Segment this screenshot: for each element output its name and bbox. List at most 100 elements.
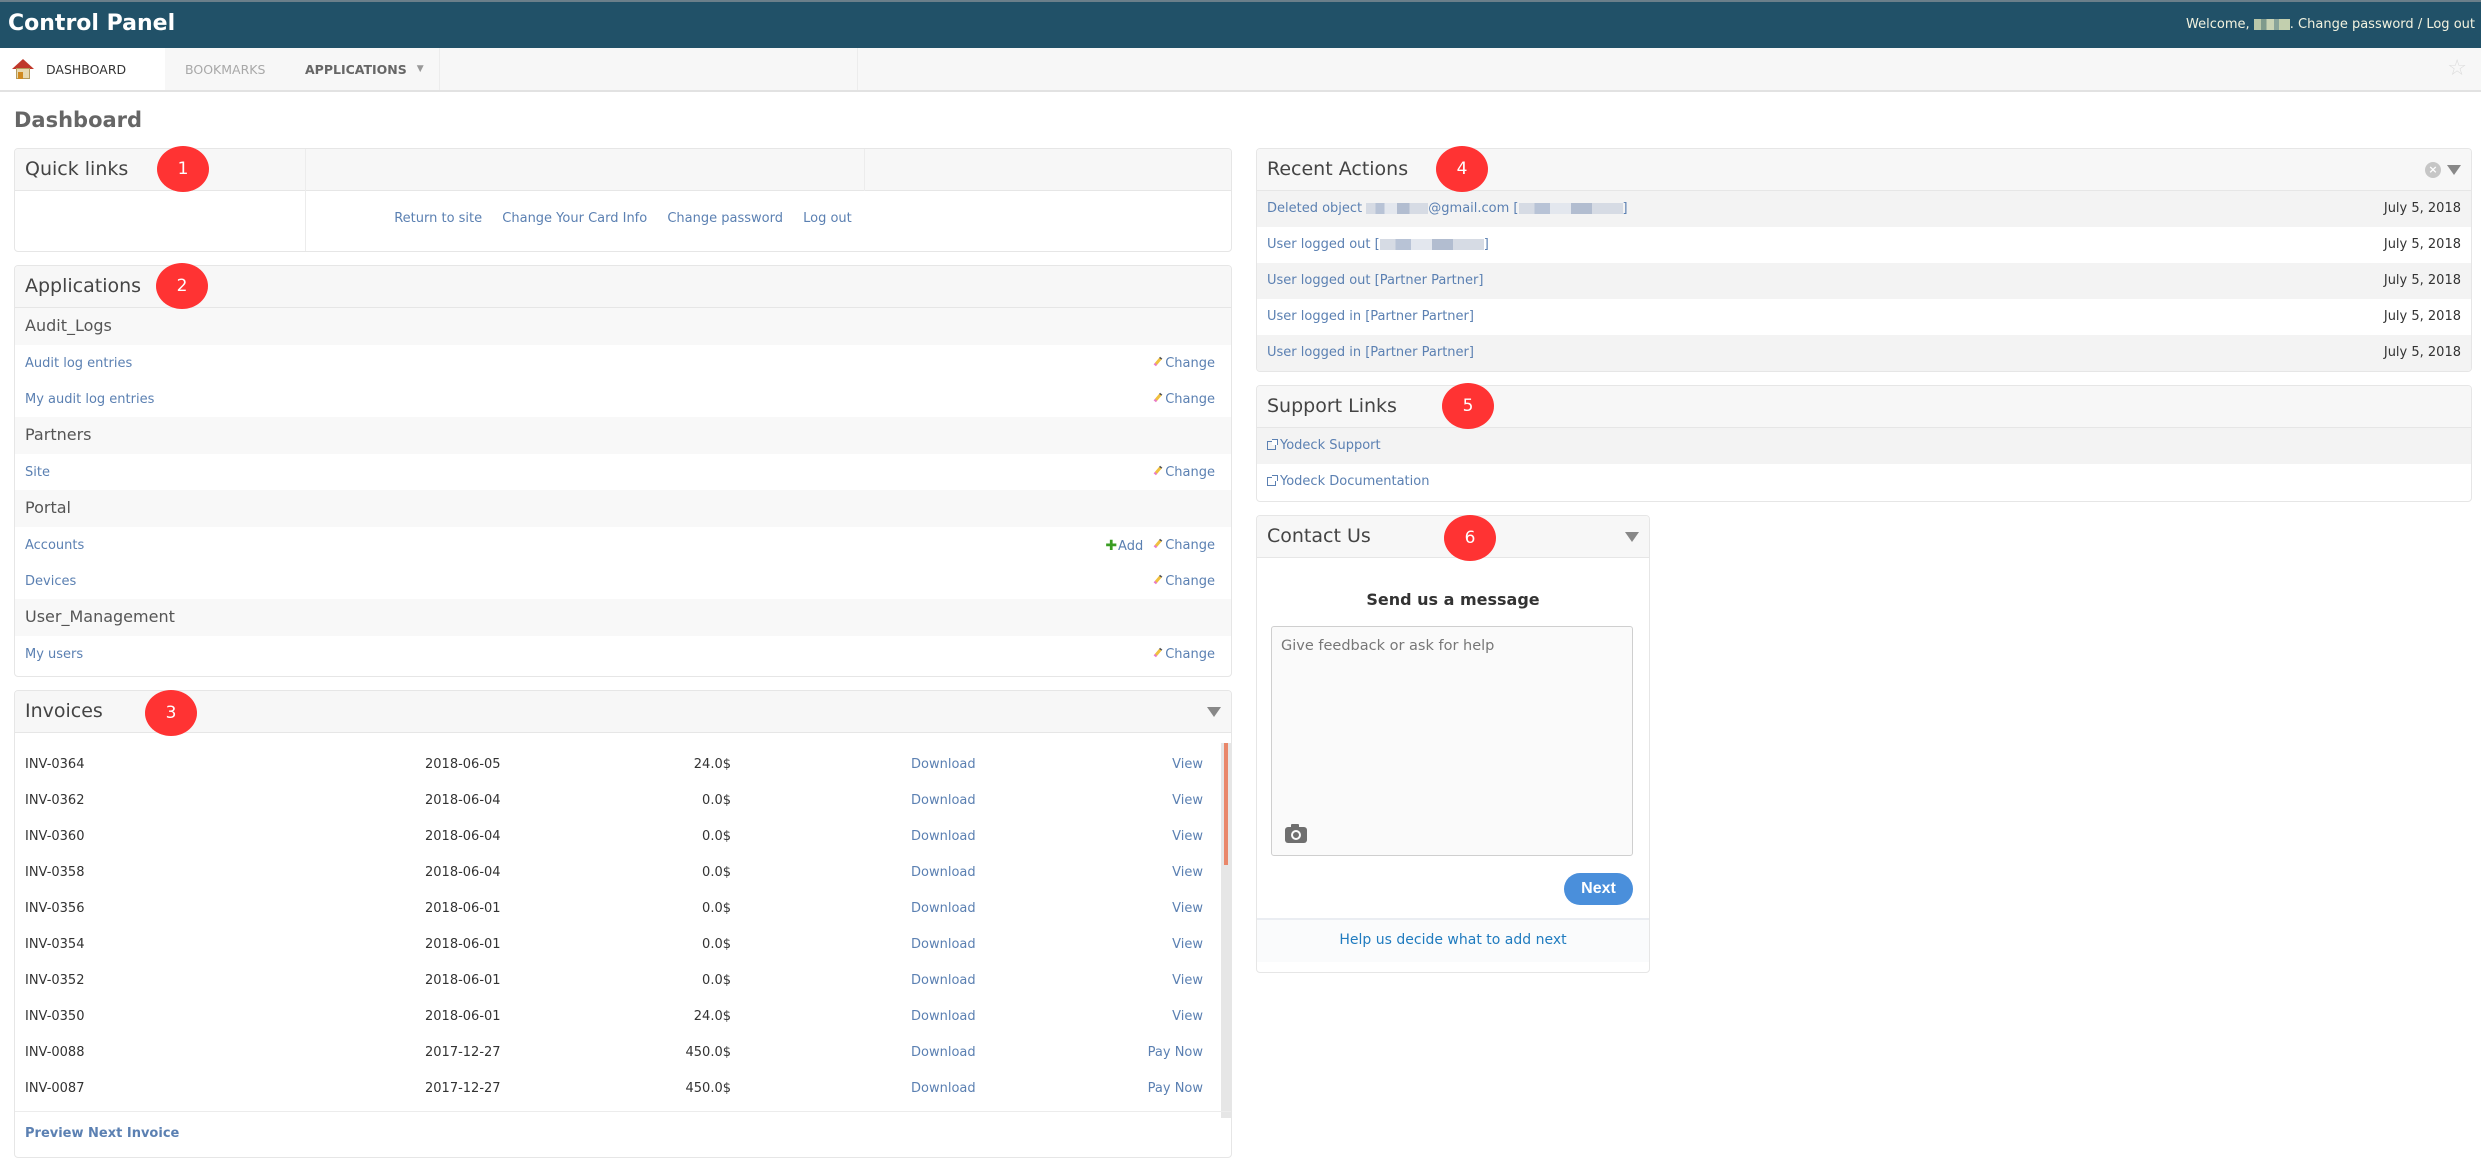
change-link[interactable]: Change (1153, 574, 1215, 589)
plus-icon: ✚ (1105, 538, 1118, 554)
page-title: Dashboard (14, 108, 143, 132)
module-header: Invoices (15, 691, 1231, 733)
download-link[interactable]: Download (911, 1009, 976, 1024)
quick-links-list: Return to site Change Your Card Info Cha… (15, 211, 1231, 226)
yodeck-documentation-link[interactable]: Yodeck Documentation (1267, 474, 1429, 489)
collapse-caret-icon[interactable] (1207, 707, 1221, 717)
invoice-amount: 0.0$ (702, 829, 731, 844)
change-link[interactable]: Change (1153, 356, 1215, 371)
tab-bookmarks[interactable]: BOOKMARKS (165, 48, 305, 90)
header-bar: Control Panel Welcome, . Change password… (0, 0, 2481, 48)
recent-action-link[interactable]: User logged out [Partner Partner] (1267, 273, 1483, 288)
module-title: Contact Us (1267, 525, 1371, 547)
view-link[interactable]: View (1172, 901, 1203, 916)
contact-us-module: Contact Us Send us a message Give feedba… (1256, 515, 1650, 973)
app-model-link[interactable]: Accounts (25, 538, 84, 553)
app-model-link[interactable]: Audit log entries (25, 356, 132, 371)
download-link[interactable]: Download (911, 865, 976, 880)
module-title: Applications (25, 275, 142, 297)
view-link[interactable]: View (1172, 1009, 1203, 1024)
collapse-caret-icon[interactable] (1625, 532, 1639, 542)
feature-suggestion-link[interactable]: Help us decide what to add next (1339, 932, 1566, 948)
app-model-link[interactable]: Site (25, 465, 50, 480)
download-link[interactable]: Download (911, 1081, 976, 1096)
invoice-id: INV-0354 (25, 937, 85, 952)
invoice-id: INV-0352 (25, 973, 85, 988)
view-link[interactable]: View (1172, 757, 1203, 772)
view-link[interactable]: View (1172, 937, 1203, 952)
app-model-link[interactable]: My users (25, 647, 83, 662)
download-link[interactable]: Download (911, 1045, 976, 1060)
add-link[interactable]: ✚Add (1105, 538, 1143, 554)
invoice-amount: 0.0$ (702, 973, 731, 988)
module-title: Support Links (1267, 395, 1397, 417)
redacted-username (2253, 19, 2290, 30)
invoice-row: INV-0354 2018-06-01 0.0$ Download View (15, 927, 1225, 963)
app-group: User_Management (15, 599, 1231, 636)
message-textarea[interactable]: Give feedback or ask for help (1271, 626, 1633, 856)
app-model-link[interactable]: Devices (25, 574, 76, 589)
close-icon[interactable]: × (2425, 162, 2441, 178)
view-link[interactable]: View (1172, 793, 1203, 808)
external-link-icon (1267, 475, 1278, 486)
download-link[interactable]: Download (911, 793, 976, 808)
change-link[interactable]: Change (1153, 392, 1215, 407)
recent-action-link[interactable]: User logged out [] (1267, 237, 1489, 252)
recent-action-row: User logged in [Partner Partner] July 5,… (1257, 335, 2471, 371)
download-link[interactable]: Download (911, 937, 976, 952)
annotation-badge: 6 (1444, 515, 1496, 561)
return-to-site-link[interactable]: Return to site (394, 211, 482, 226)
external-link-icon (1267, 439, 1278, 450)
recent-actions-module: Recent Actions × Deleted object @gmail.c… (1256, 148, 2472, 372)
recent-action-link[interactable]: User logged in [Partner Partner] (1267, 345, 1474, 360)
invoice-id: INV-0364 (25, 757, 85, 772)
tab-dashboard[interactable]: DASHBOARD (0, 48, 165, 90)
download-link[interactable]: Download (911, 829, 976, 844)
camera-icon[interactable] (1285, 824, 1307, 843)
pencil-icon (1153, 647, 1163, 658)
preview-next-invoice-link[interactable]: Preview Next Invoice (25, 1126, 179, 1141)
change-link[interactable]: Change (1153, 465, 1215, 480)
pay-now-link[interactable]: Pay Now (1148, 1045, 1203, 1060)
star-icon[interactable]: ☆ (2447, 56, 2467, 81)
invoice-id: INV-0358 (25, 865, 85, 880)
invoice-row: INV-0362 2018-06-04 0.0$ Download View (15, 783, 1225, 819)
tab-applications[interactable]: APPLICATIONS ▼ (305, 48, 440, 90)
support-link-row: Yodeck Support (1257, 428, 2471, 464)
logout-link[interactable]: Log out (803, 211, 852, 226)
logout-link[interactable]: Log out (2426, 17, 2475, 32)
download-link[interactable]: Download (911, 901, 976, 916)
change-link[interactable]: Change (1153, 538, 1215, 554)
recent-action-row: User logged in [Partner Partner] July 5,… (1257, 299, 2471, 335)
pencil-icon (1153, 392, 1163, 403)
change-password-link[interactable]: Change password (667, 211, 783, 226)
invoice-amount: 450.0$ (685, 1045, 732, 1060)
contact-heading: Send us a message (1366, 590, 1540, 609)
annotation-badge: 3 (145, 690, 197, 736)
change-link[interactable]: Change (1153, 647, 1215, 662)
contact-footer: Help us decide what to add next (1257, 918, 1649, 962)
download-link[interactable]: Download (911, 757, 976, 772)
invoice-id: INV-0362 (25, 793, 85, 808)
view-link[interactable]: View (1172, 865, 1203, 880)
pencil-icon (1153, 356, 1163, 367)
next-button[interactable]: Next (1564, 873, 1633, 905)
app-group: Audit_Logs (15, 308, 1231, 345)
recent-action-row: User logged out [Partner Partner] July 5… (1257, 263, 2471, 299)
applications-module: Applications Audit_Logs Audit log entrie… (14, 265, 1232, 677)
message-placeholder: Give feedback or ask for help (1281, 638, 1495, 654)
view-link[interactable]: View (1172, 973, 1203, 988)
change-password-link[interactable]: Change password (2298, 17, 2414, 32)
tab-bookmarks-label: BOOKMARKS (185, 61, 266, 77)
pay-now-link[interactable]: Pay Now (1148, 1081, 1203, 1096)
change-card-info-link[interactable]: Change Your Card Info (502, 211, 647, 226)
recent-action-link[interactable]: User logged in [Partner Partner] (1267, 309, 1474, 324)
download-link[interactable]: Download (911, 973, 976, 988)
app-group: Partners (15, 417, 1231, 454)
recent-action-link[interactable]: Deleted object @gmail.com [] (1267, 201, 1628, 216)
view-link[interactable]: View (1172, 829, 1203, 844)
collapse-caret-icon[interactable] (2447, 165, 2461, 175)
yodeck-support-link[interactable]: Yodeck Support (1267, 438, 1381, 453)
app-model-link[interactable]: My audit log entries (25, 392, 154, 407)
invoice-id: INV-0360 (25, 829, 85, 844)
